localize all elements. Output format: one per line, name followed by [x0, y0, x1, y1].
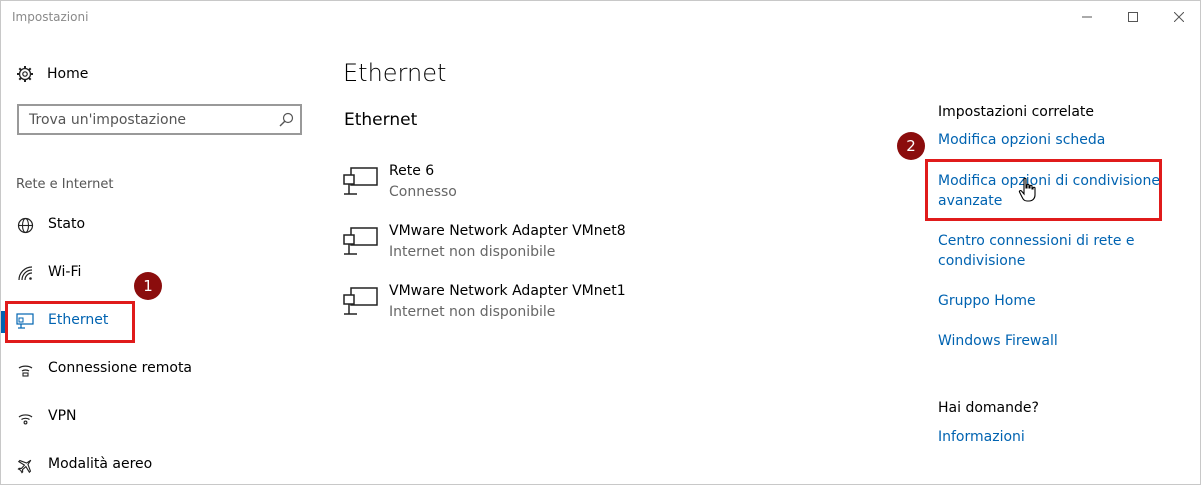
- window-title: Impostazioni: [12, 10, 89, 24]
- maximize-icon: [1128, 12, 1138, 22]
- dialup-icon: [16, 360, 34, 378]
- adapter-item[interactable]: VMware Network Adapter VMnet8 Internet n…: [343, 223, 673, 267]
- adapter-item[interactable]: VMware Network Adapter VMnet1 Internet n…: [343, 283, 673, 327]
- link-gruppo-home[interactable]: Gruppo Home: [938, 291, 1036, 311]
- search-placeholder: Trova un'impostazione: [29, 112, 187, 128]
- sidebar-item-label: VPN: [48, 408, 77, 424]
- adapter-status: Internet non disponibile: [389, 244, 556, 260]
- sidebar-item-label: Modalità aereo: [48, 456, 153, 472]
- page-title: Ethernet: [343, 59, 447, 87]
- adapter-name: VMware Network Adapter VMnet8: [389, 223, 626, 239]
- annotation-badge-2: 2: [897, 132, 925, 160]
- close-button[interactable]: [1156, 1, 1201, 33]
- home-label: Home: [47, 66, 89, 82]
- sidebar-item-label: Wi-Fi: [48, 264, 82, 280]
- vpn-icon: [16, 408, 34, 426]
- section-title: Rete e Internet: [16, 177, 114, 192]
- title-bar: Impostazioni: [1, 1, 1200, 33]
- highlight-box-condivisione: [925, 159, 1162, 221]
- link-windows-firewall[interactable]: Windows Firewall: [938, 331, 1058, 351]
- adapter-status: Internet non disponibile: [389, 304, 556, 320]
- search-input[interactable]: Trova un'impostazione: [17, 104, 302, 135]
- home-button[interactable]: Home: [16, 63, 88, 85]
- wifi-icon: [16, 264, 34, 282]
- network-adapter-icon: [343, 167, 378, 195]
- gear-icon: [17, 66, 33, 82]
- sidebar-item-label: Stato: [48, 216, 86, 232]
- adapter-status: Connesso: [389, 184, 457, 200]
- related-settings-title: Impostazioni correlate: [938, 104, 1095, 120]
- hand-cursor-icon: [1018, 177, 1036, 202]
- close-icon: [1174, 12, 1184, 22]
- adapter-name: Rete 6: [389, 163, 435, 179]
- minimize-button[interactable]: [1064, 1, 1110, 33]
- sidebar-item-vpn[interactable]: VPN: [1, 399, 301, 435]
- adapter-name: VMware Network Adapter VMnet1: [389, 283, 626, 299]
- maximize-button[interactable]: [1110, 1, 1156, 33]
- link-informazioni[interactable]: Informazioni: [938, 427, 1025, 447]
- search-icon[interactable]: [279, 112, 294, 127]
- sidebar-item-connessione-remota[interactable]: Connessione remota: [1, 351, 301, 387]
- highlight-box-ethernet: [5, 301, 135, 343]
- annotation-badge-1: 1: [134, 272, 162, 300]
- globe-icon: [16, 216, 34, 234]
- adapter-item[interactable]: Rete 6 Connesso: [343, 163, 673, 207]
- network-adapter-icon: [343, 287, 378, 315]
- sidebar-item-label: Connessione remota: [48, 360, 193, 376]
- link-centro-connessioni[interactable]: Centro connessioni di rete e condivision…: [938, 231, 1148, 271]
- minimize-icon: [1082, 16, 1092, 18]
- questions-title: Hai domande?: [938, 400, 1039, 416]
- section-heading: Ethernet: [344, 110, 418, 130]
- sidebar-item-modalita-aereo[interactable]: Modalità aereo: [1, 447, 301, 483]
- network-adapter-icon: [343, 227, 378, 255]
- airplane-icon: [16, 456, 34, 474]
- sidebar-item-stato[interactable]: Stato: [1, 207, 301, 243]
- link-modifica-opzioni-scheda[interactable]: Modifica opzioni scheda: [938, 130, 1105, 150]
